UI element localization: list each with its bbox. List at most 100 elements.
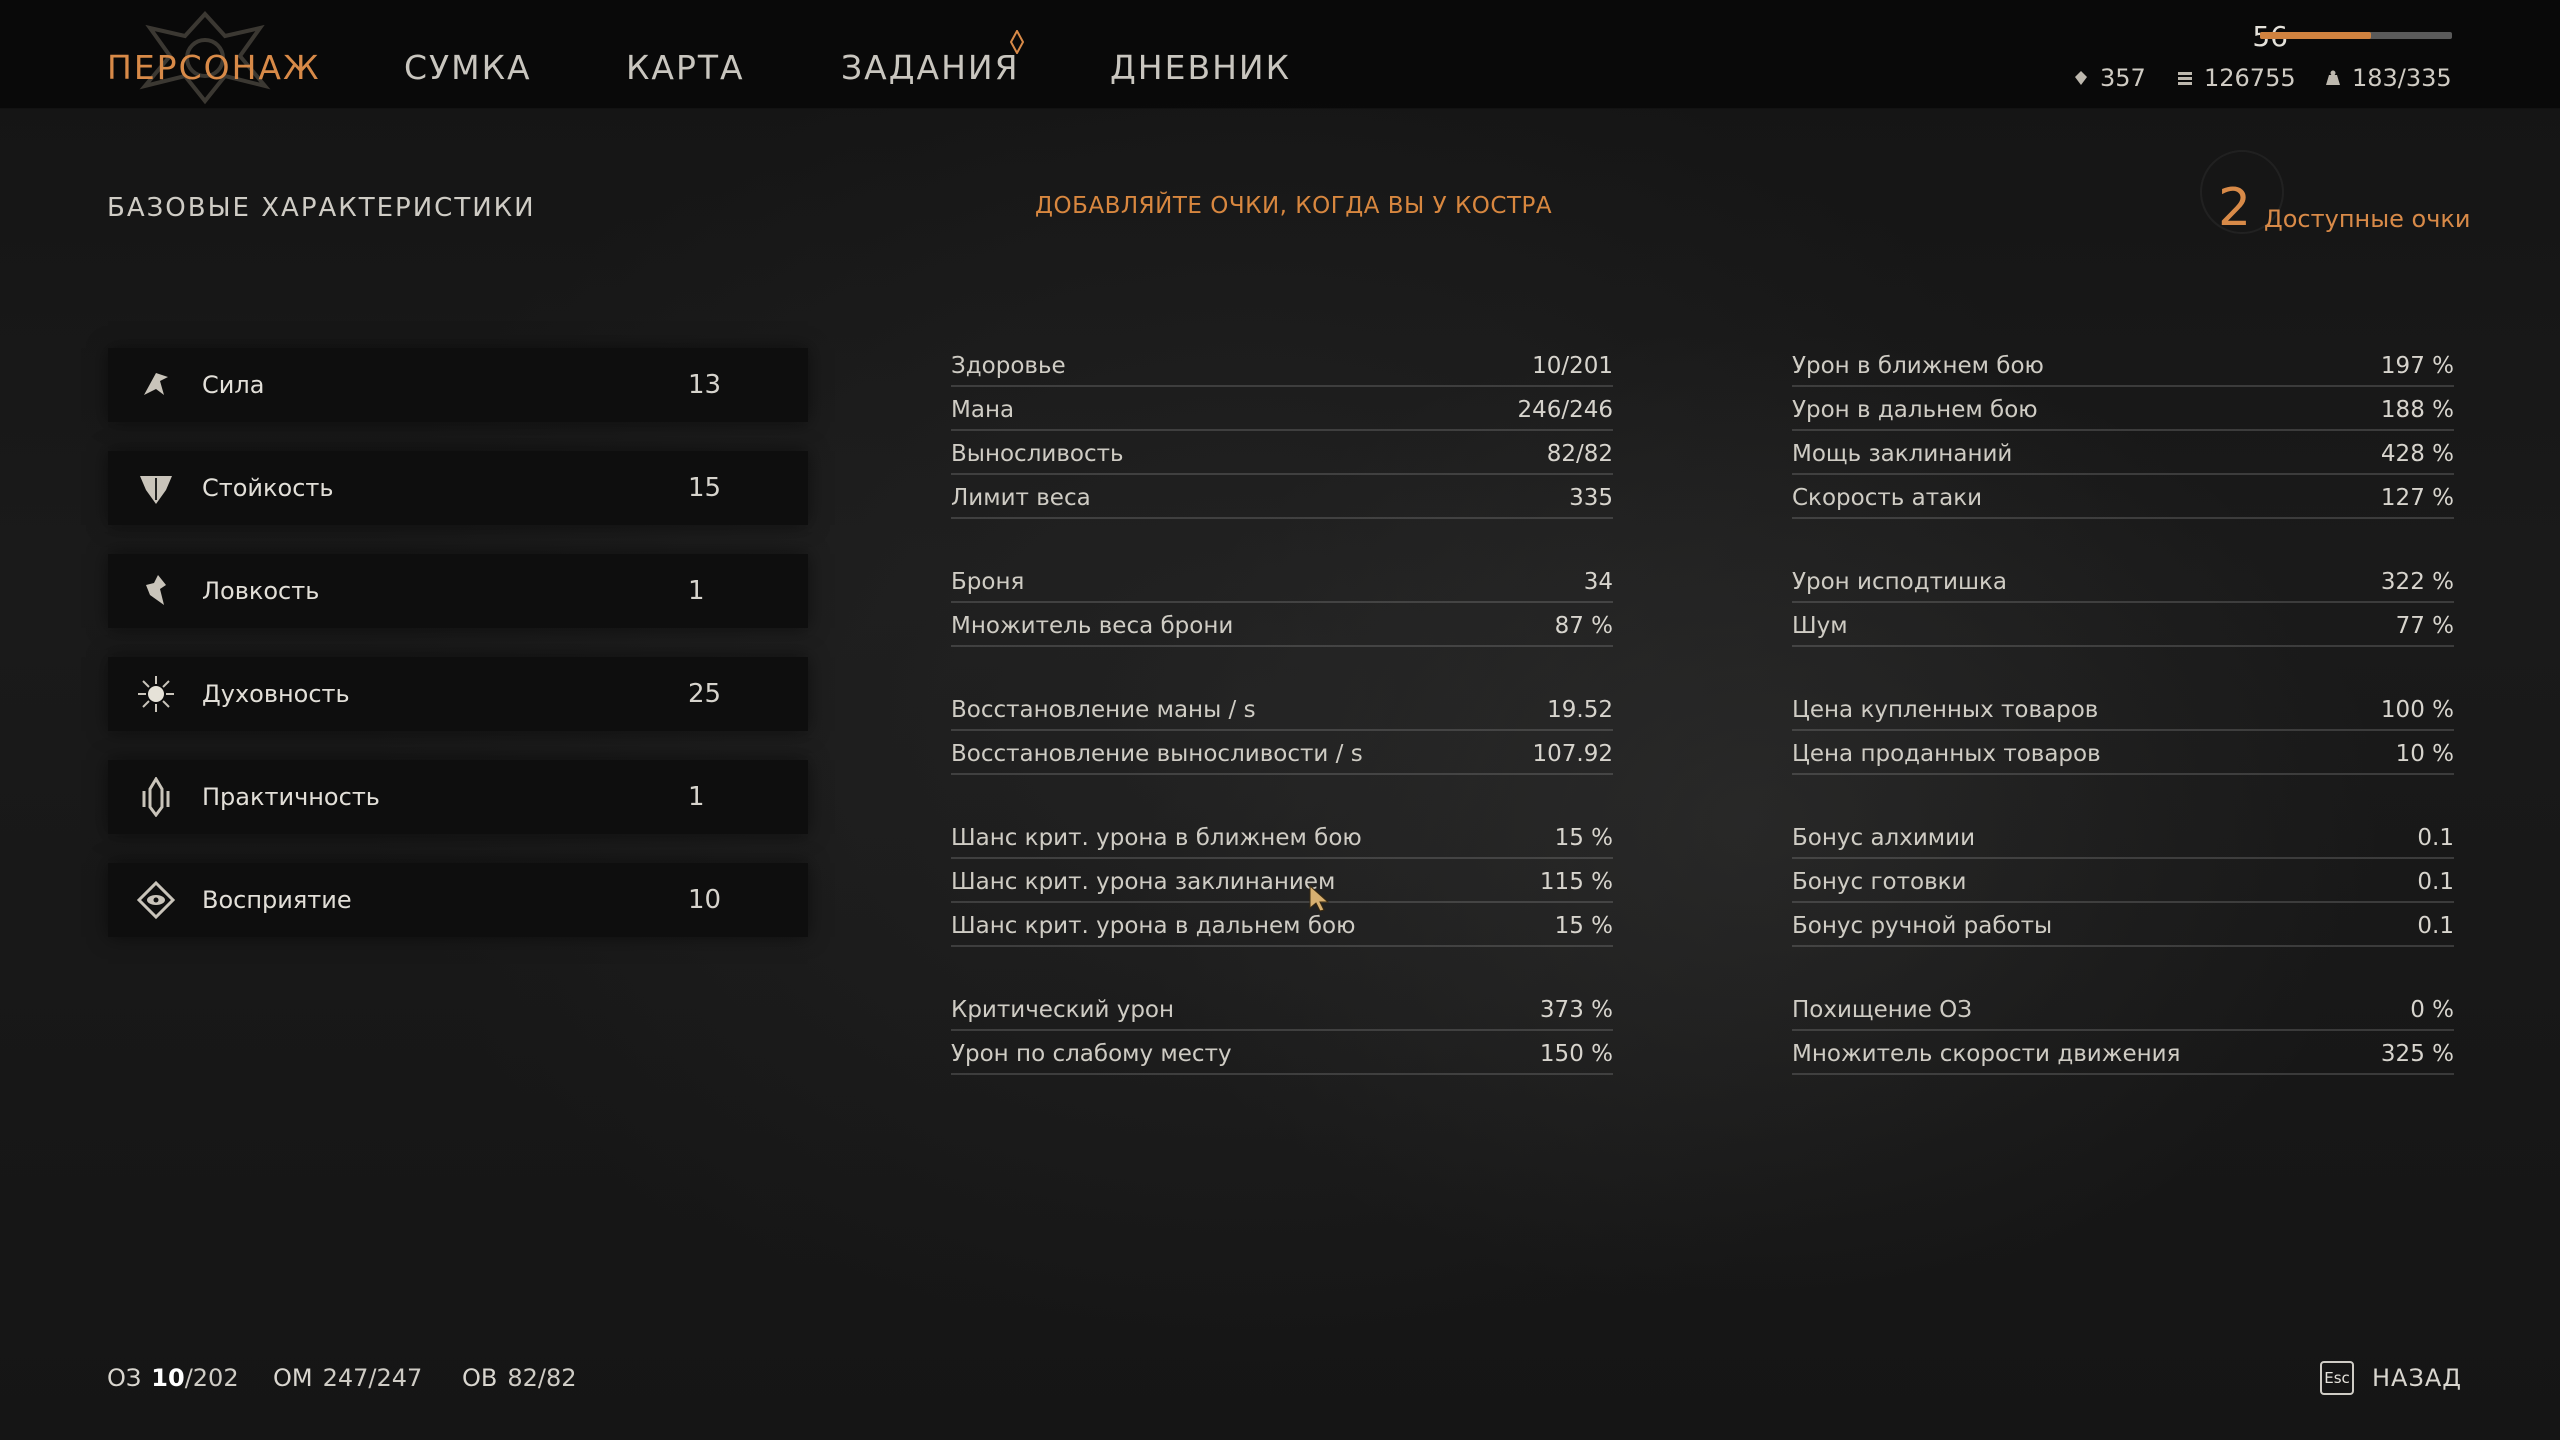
attribute-name: Стойкость <box>202 474 334 502</box>
stat-label: Шум <box>1792 613 1848 639</box>
stat-row: Урон исподтишка 322 % <box>1792 560 2454 603</box>
crystal-counter: 357 <box>2072 64 2146 92</box>
experience-bar-fill <box>2260 32 2372 39</box>
stat-row: Урон в ближнем бою 197 % <box>1792 344 2454 387</box>
crystal-icon <box>2075 71 2087 85</box>
weight-counter: 183/335 <box>2324 64 2452 92</box>
stat-row: Скорость атаки 127 % <box>1792 476 2454 519</box>
section-title: БАЗОВЫЕ ХАРАКТЕРИСТИКИ <box>107 193 536 223</box>
tab-map[interactable]: КАРТА <box>626 48 745 87</box>
stat-label: Шанс крит. урона в ближнем бою <box>951 825 1362 851</box>
stat-value: 77 % <box>2395 613 2454 639</box>
mana-value: 247/247 <box>322 1364 423 1392</box>
stat-label: Урон исподтишка <box>1792 569 2008 595</box>
stat-value: 115 % <box>1539 869 1613 895</box>
stat-value: 15 % <box>1554 825 1613 851</box>
stat-value: 82/82 <box>1546 441 1613 467</box>
coins-icon <box>2178 72 2192 85</box>
stat-row: Похищение ОЗ 0 % <box>1792 988 2454 1031</box>
health-current: 10 <box>151 1364 185 1392</box>
stat-row: Шанс крит. урона в ближнем бою 15 % <box>951 816 1613 859</box>
stat-row: Множитель веса брони 87 % <box>951 604 1613 647</box>
attribute-row-perception[interactable]: Восприятие 10 <box>108 863 808 937</box>
tab-bag[interactable]: СУМКА <box>404 48 532 87</box>
attribute-row-practicality[interactable]: Практичность 1 <box>108 760 808 834</box>
strength-icon <box>134 363 178 407</box>
campfire-hint: ДОБАВЛЯЙТЕ ОЧКИ, КОГДА ВЫ У КОСТРА <box>1035 193 1553 219</box>
health-max: /202 <box>184 1364 239 1392</box>
stat-label: Цена купленных товаров <box>1792 697 2099 723</box>
mana-label: ОМ <box>273 1364 313 1392</box>
stat-label: Бонус готовки <box>1792 869 1967 895</box>
stat-row: Бонус ручной работы 0.1 <box>1792 904 2454 947</box>
back-button[interactable]: НАЗАД <box>2372 1364 2462 1392</box>
practicality-icon <box>134 775 178 819</box>
stat-label: Бонус ручной работы <box>1792 913 2053 939</box>
stat-label: Скорость атаки <box>1792 485 1983 511</box>
stat-value: 0 % <box>2410 997 2454 1023</box>
stat-label: Цена проданных товаров <box>1792 741 2101 767</box>
attribute-row-strength[interactable]: Сила 13 <box>108 348 808 422</box>
stat-label: Броня <box>951 569 1025 595</box>
attribute-row-agility[interactable]: Ловкость 1 <box>108 554 808 628</box>
esc-key-icon[interactable]: Esc <box>2320 1361 2354 1395</box>
stat-value: 34 <box>1583 569 1613 595</box>
stat-label: Мощь заклинаний <box>1792 441 2013 467</box>
stat-label: Выносливость <box>951 441 1124 467</box>
attribute-value: 13 <box>688 370 722 400</box>
stat-label: Восстановление выносливости / s <box>951 741 1363 767</box>
stat-row: Восстановление выносливости / s 107.92 <box>951 732 1613 775</box>
footer-health: ОЗ 10/202 <box>107 1364 239 1392</box>
stat-row: Урон в дальнем бою 188 % <box>1792 388 2454 431</box>
stat-row: Шанс крит. урона заклинанием 115 % <box>951 860 1613 903</box>
stat-label: Мана <box>951 397 1015 423</box>
attribute-name: Сила <box>202 371 265 399</box>
stat-row: Выносливость 82/82 <box>951 432 1613 475</box>
stat-value: 373 % <box>1539 997 1613 1023</box>
endurance-icon <box>134 466 178 510</box>
stat-label: Урон в дальнем бою <box>1792 397 2038 423</box>
perception-icon <box>134 878 178 922</box>
available-points-value: 2 <box>2218 178 2252 238</box>
stat-row: Множитель скорости движения 325 % <box>1792 1032 2454 1075</box>
stat-label: Шанс крит. урона заклинанием <box>951 869 1336 895</box>
stat-row: Лимит веса 335 <box>951 476 1613 519</box>
stat-label: Множитель веса брони <box>951 613 1234 639</box>
stat-value: 150 % <box>1539 1041 1613 1067</box>
stamina-label: ОВ <box>462 1364 498 1392</box>
coins-counter: 126755 <box>2176 64 2296 92</box>
mouse-cursor-icon <box>1309 884 1330 912</box>
stat-row: Шум 77 % <box>1792 604 2454 647</box>
experience-bar <box>2260 32 2452 39</box>
stat-value: 10 % <box>2395 741 2454 767</box>
stat-value: 0.1 <box>2417 825 2454 851</box>
stamina-value: 82/82 <box>507 1364 577 1392</box>
stat-value: 15 % <box>1554 913 1613 939</box>
stat-value: 0.1 <box>2417 913 2454 939</box>
attribute-value: 1 <box>688 576 705 606</box>
attribute-row-endurance[interactable]: Стойкость 15 <box>108 451 808 525</box>
stat-row: Броня 34 <box>951 560 1613 603</box>
stat-value: 127 % <box>2380 485 2454 511</box>
coins-value: 126755 <box>2204 64 2296 92</box>
stat-label: Здоровье <box>951 353 1066 379</box>
attribute-value: 25 <box>688 679 722 709</box>
tab-quests[interactable]: ЗАДАНИЯ <box>841 48 1020 87</box>
spirituality-icon <box>134 672 178 716</box>
stat-row: Цена проданных товаров 10 % <box>1792 732 2454 775</box>
footer-mana: ОМ 247/247 <box>273 1364 422 1392</box>
tab-journal[interactable]: ДНЕВНИК <box>1110 48 1291 87</box>
attribute-row-spirituality[interactable]: Духовность 25 <box>108 657 808 731</box>
agility-icon <box>134 569 178 613</box>
weight-icon <box>2326 70 2340 85</box>
health-label: ОЗ <box>107 1364 142 1392</box>
attribute-name: Ловкость <box>202 577 320 605</box>
stat-value: 246/246 <box>1517 397 1613 423</box>
stat-value: 107.92 <box>1532 741 1613 767</box>
stat-row: Здоровье 10/201 <box>951 344 1613 387</box>
stat-row: Критический урон 373 % <box>951 988 1613 1031</box>
stat-row: Цена купленных товаров 100 % <box>1792 688 2454 731</box>
weight-value: 183/335 <box>2352 64 2452 92</box>
tab-character[interactable]: ПЕРСОНАЖ <box>107 48 321 87</box>
stat-label: Критический урон <box>951 997 1175 1023</box>
